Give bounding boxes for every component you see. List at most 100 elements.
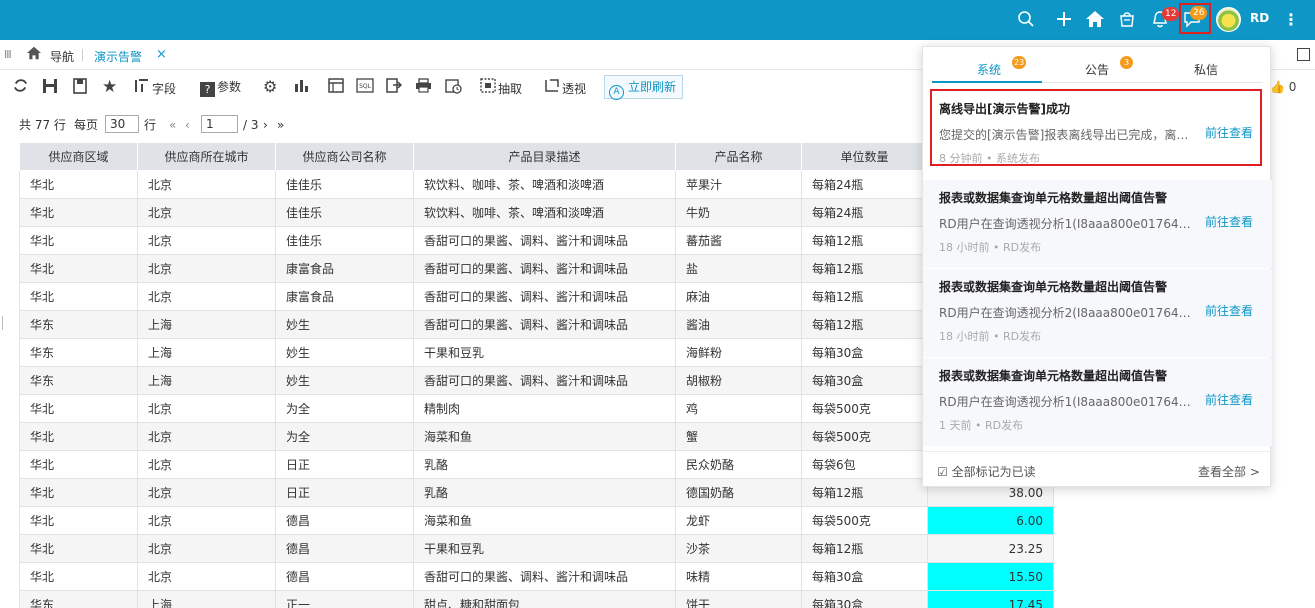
table-cell: 正一: [275, 590, 414, 608]
prev-page-icon[interactable]: ‹: [185, 115, 190, 135]
header-cell[interactable]: 产品名称: [675, 142, 802, 171]
view-all-link[interactable]: 查看全部 >: [1198, 463, 1260, 480]
table-row[interactable]: 华东 上海 正一 甜点、糖和甜面包 饼干 每箱30盒 17.45: [19, 590, 1054, 608]
user-name[interactable]: RD: [1250, 11, 1269, 25]
home-icon[interactable]: [1085, 10, 1105, 30]
notification-item[interactable]: 报表或数据集查询单元格数量超出阈值告警 RD用户在查询透视分析1(I8aaa80…: [923, 180, 1272, 268]
sql-icon[interactable]: SQL: [356, 78, 374, 96]
chart-icon[interactable]: [293, 78, 309, 96]
tab-system[interactable]: 系统: [977, 61, 1001, 78]
refresh-now-label: 立即刷新: [628, 80, 677, 94]
window-icon[interactable]: [1297, 48, 1310, 61]
notification-item[interactable]: 报表或数据集查询单元格数量超出阈值告警 RD用户在查询透视分析2(I8aaa80…: [923, 269, 1272, 357]
table-row[interactable]: 华北 北京 佳佳乐 软饮料、咖啡、茶、啤酒和淡啤酒 牛奶 每箱24瓶: [19, 198, 1054, 227]
settings-icon[interactable]: ⚙: [263, 78, 277, 96]
like-button[interactable]: 👍 0: [1270, 80, 1296, 94]
table-row[interactable]: 华北 北京 为全 精制肉鸡每袋500克: [19, 394, 1054, 423]
page-input[interactable]: [201, 115, 238, 133]
table-cell: 每箱12瓶: [801, 534, 928, 563]
grip-icon[interactable]: III: [4, 48, 12, 61]
param-button[interactable]: ? 参数: [200, 78, 241, 97]
table-row[interactable]: 华北 北京 德昌 干果和豆乳 沙茶 每箱12瓶 23.25: [19, 534, 1054, 563]
tab-announcement[interactable]: 公告: [1085, 61, 1109, 78]
table-cell: 北京: [137, 170, 276, 199]
notification-item[interactable]: 报表或数据集查询单元格数量超出阈值告警 RD用户在查询透视分析1(I8aaa80…: [923, 358, 1272, 446]
refresh-now-button[interactable]: A 立即刷新: [604, 75, 684, 100]
header-cell[interactable]: 产品目录描述: [413, 142, 676, 171]
view-link[interactable]: 前往查看: [1205, 213, 1253, 230]
close-icon[interactable]: ×: [156, 47, 167, 62]
popup-footer: ☑ 全部标记为已读 查看全部 >: [923, 451, 1272, 487]
table-cell: 每箱24瓶: [801, 170, 928, 199]
notification-meta: 18 小时前 • RD发布: [939, 330, 1042, 343]
print-icon[interactable]: [415, 78, 432, 96]
table-cell: 华北: [19, 226, 138, 255]
divider: [82, 49, 83, 61]
header-cell[interactable]: 供应商所在城市: [137, 142, 276, 171]
table-row[interactable]: 华北 北京 佳佳乐 香甜可口的果酱、调料、酱汁和调味品 蕃茄酱 每箱12瓶: [19, 226, 1054, 255]
splitter-handle[interactable]: [2, 316, 3, 330]
table-cell: 每袋500克: [801, 422, 928, 451]
table-cell: 上海: [137, 590, 276, 608]
view-link[interactable]: 前往查看: [1205, 391, 1253, 408]
table-cell: 沙茶: [675, 534, 802, 563]
row-unit: 行: [144, 118, 157, 132]
add-icon[interactable]: [1054, 10, 1074, 30]
per-page-input[interactable]: [105, 115, 139, 133]
table-cell: 每箱12瓶: [801, 226, 928, 255]
last-page-icon[interactable]: »: [277, 115, 284, 135]
mark-all-read-button[interactable]: ☑ 全部标记为已读: [937, 463, 1036, 480]
table-row[interactable]: 华北 北京 康富食品 香甜可口的果酱、调料、酱汁和调味品盐每箱12瓶: [19, 254, 1054, 283]
table-cell: 17.45: [927, 590, 1054, 608]
table-row[interactable]: 华北 北京 日正 乳酪 民众奶酪 每袋6包: [19, 450, 1054, 479]
tab-demo-alert[interactable]: 演示告警: [94, 48, 142, 65]
view-link[interactable]: 前往查看: [1205, 302, 1253, 319]
table-cell: 麻油: [675, 282, 802, 311]
table-cell: 酱油: [675, 310, 802, 339]
table-cell: 每箱30盒: [801, 562, 928, 591]
table-row[interactable]: 华北 北京 德昌 海菜和鱼 龙虾 每袋500克 6.00: [19, 506, 1054, 535]
pivot-label: 透视: [562, 82, 587, 96]
save-icon[interactable]: [42, 78, 58, 96]
table-cell: 北京: [137, 254, 276, 283]
schedule-icon[interactable]: [445, 78, 462, 96]
nav-label[interactable]: 导航: [50, 48, 74, 65]
more-icon[interactable]: ⋮: [1281, 10, 1301, 30]
header-cell[interactable]: 供应商区域: [19, 142, 138, 171]
table-row[interactable]: 华东 上海 妙生 干果和豆乳 海鲜粉 每箱30盒: [19, 338, 1054, 367]
refresh-icon[interactable]: [13, 78, 28, 96]
table-row[interactable]: 华北 北京 佳佳乐 软饮料、咖啡、茶、啤酒和淡啤酒 苹果汁 每箱24瓶: [19, 170, 1054, 199]
home-icon[interactable]: [26, 46, 42, 64]
table-icon[interactable]: [328, 78, 344, 96]
per-page-label: 每页: [74, 118, 99, 132]
pivot-button[interactable]: 透视: [544, 78, 586, 96]
avatar[interactable]: [1216, 7, 1241, 32]
table-row[interactable]: 华北 北京 德昌 香甜可口的果酱、调料、酱汁和调味品 味精 每箱30盒 15.50: [19, 562, 1054, 591]
export-icon[interactable]: [386, 78, 403, 96]
table-cell: 干果和豆乳: [413, 534, 676, 563]
save-as-icon[interactable]: [72, 78, 88, 96]
table-row[interactable]: 华北 北京 日正 乳酪 德国奶酪 每箱12瓶 38.00: [19, 478, 1054, 507]
bag-icon[interactable]: [1117, 10, 1137, 30]
table-row[interactable]: 华北 北京 为全 海菜和鱼蟹每袋500克: [19, 422, 1054, 451]
star-icon[interactable]: ★: [102, 78, 117, 96]
table-row[interactable]: 华东 上海 妙生 香甜可口的果酱、调料、酱汁和调味品 胡椒粉 每箱30盒: [19, 366, 1054, 395]
table-cell: 软饮料、咖啡、茶、啤酒和淡啤酒: [413, 170, 676, 199]
table-cell: 德国奶酪: [675, 478, 802, 507]
table-row[interactable]: 华北 北京 康富食品 香甜可口的果酱、调料、酱汁和调味品 麻油 每箱12瓶: [19, 282, 1054, 311]
table-cell: 华北: [19, 506, 138, 535]
extract-button[interactable]: 抽取: [480, 78, 522, 96]
field-button[interactable]: 字段: [134, 78, 176, 96]
table-cell: 北京: [137, 478, 276, 507]
table-cell: 每箱30盒: [801, 590, 928, 608]
header-cell[interactable]: 单位数量: [801, 142, 928, 171]
search-icon[interactable]: [1016, 10, 1036, 30]
table-cell: 佳佳乐: [275, 170, 414, 199]
tab-private-message[interactable]: 私信: [1194, 61, 1218, 78]
header-cell[interactable]: 供应商公司名称: [275, 142, 414, 171]
first-page-icon[interactable]: «: [169, 115, 176, 135]
table-cell: 华东: [19, 590, 138, 608]
next-page-icon[interactable]: ›: [263, 115, 268, 135]
table-row[interactable]: 华东 上海 妙生 香甜可口的果酱、调料、酱汁和调味品 酱油 每箱12瓶: [19, 310, 1054, 339]
table-cell: 上海: [137, 366, 276, 395]
